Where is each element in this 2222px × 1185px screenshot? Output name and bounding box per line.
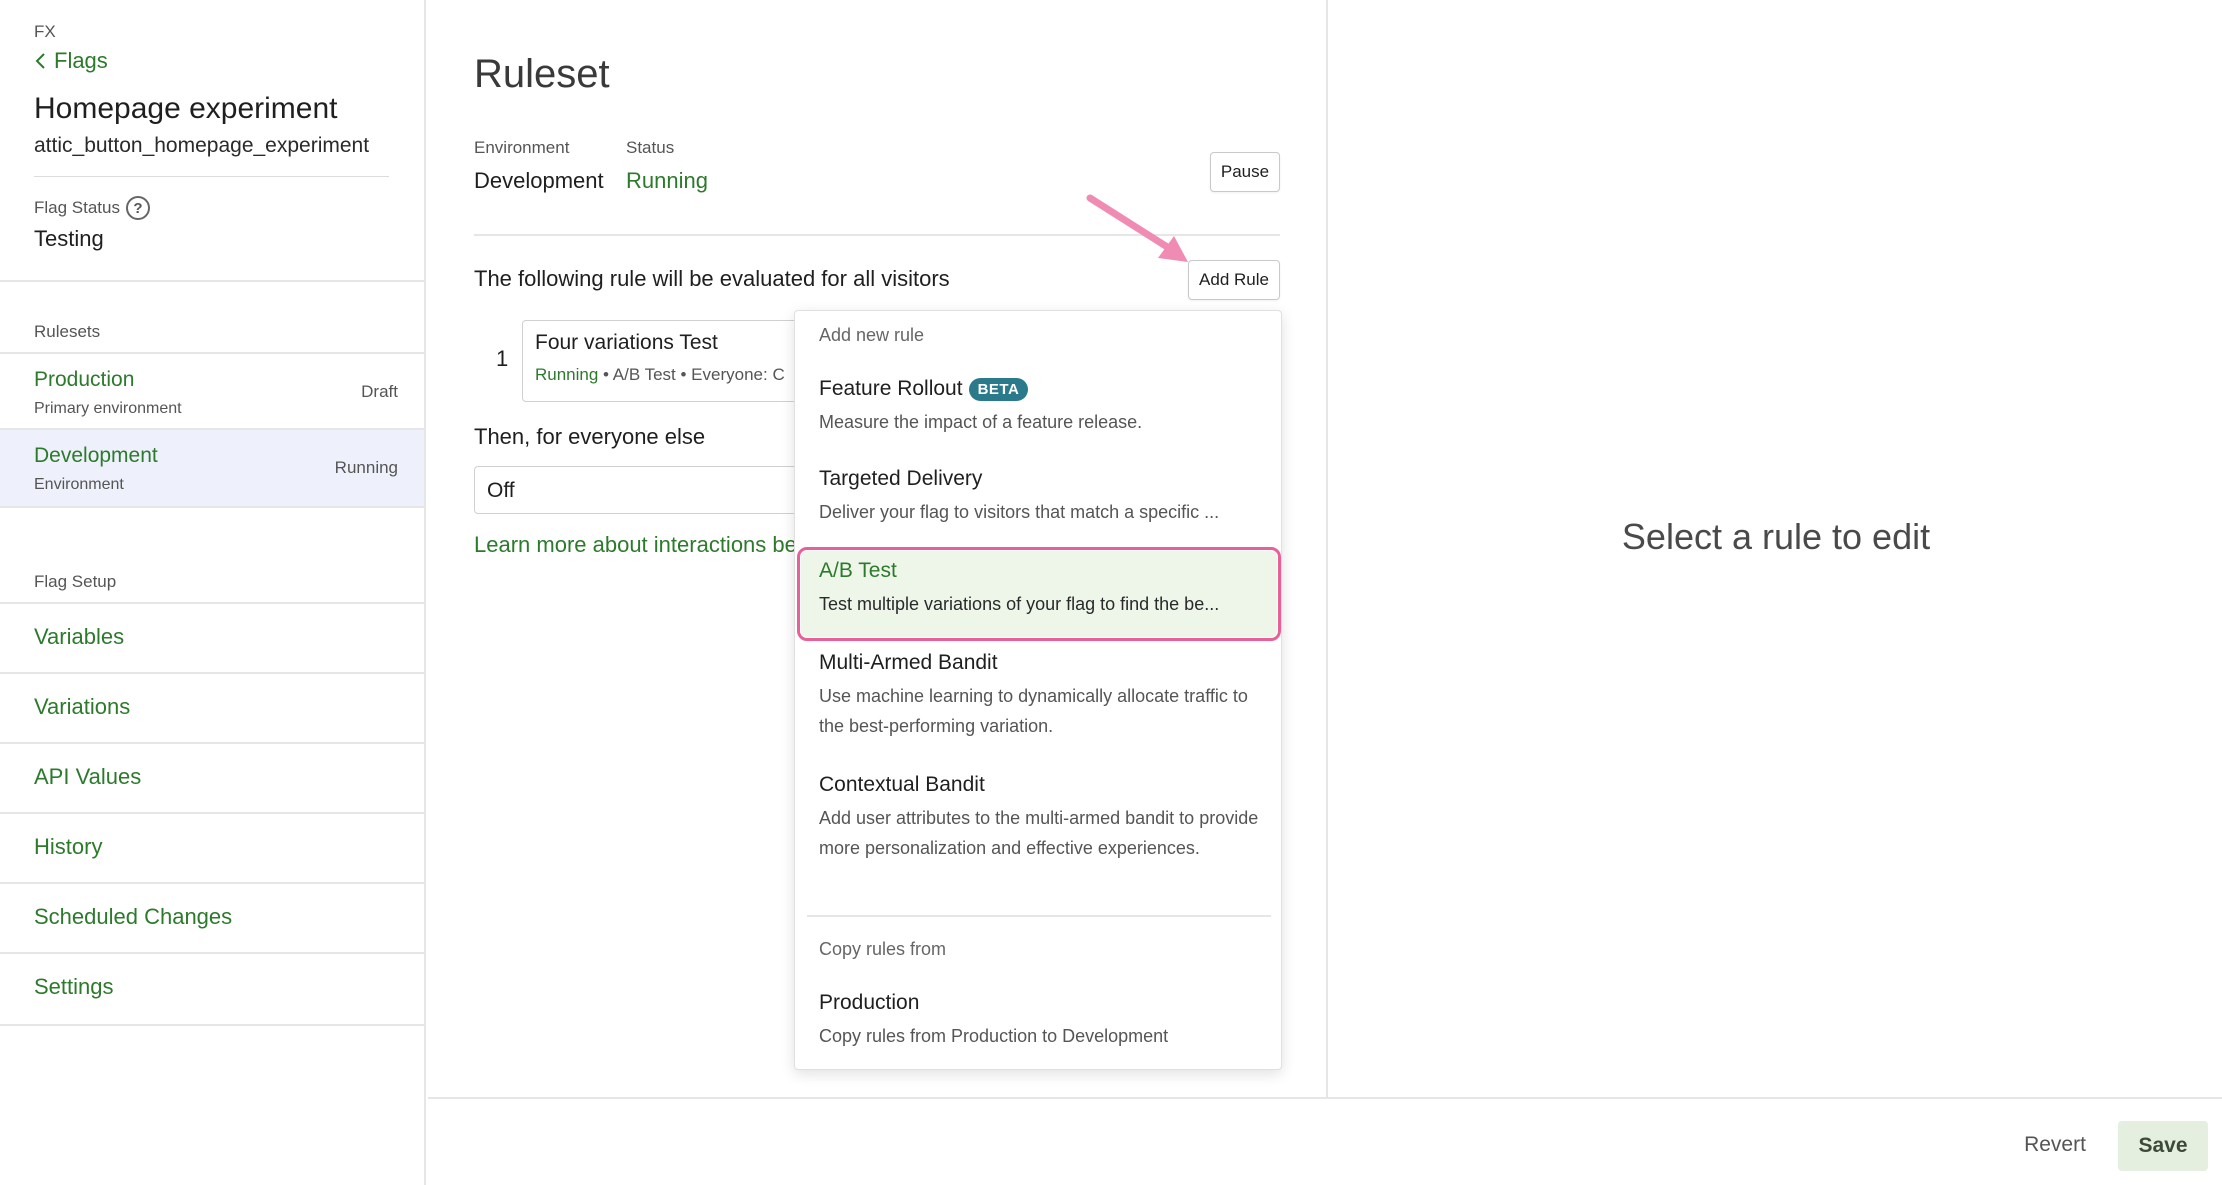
setup-item-label: History (34, 834, 103, 859)
ruleset-item-development[interactable]: Development Environment Running (0, 430, 424, 506)
add-rule-button[interactable]: Add Rule (1188, 260, 1280, 300)
flag-status-label-text: Flag Status (34, 198, 120, 217)
setup-item-api-values[interactable]: API Values (0, 742, 424, 812)
pause-button[interactable]: Pause (1210, 152, 1280, 192)
empty-state-text: Select a rule to edit (1621, 516, 1931, 557)
add-new-rule-header: Add new rule (819, 325, 925, 345)
rule-number: 1 (496, 346, 509, 371)
environment-value: Development (474, 168, 604, 193)
setup-item-variations[interactable]: Variations (0, 672, 424, 742)
divider (807, 915, 1271, 917)
pink-arrow-icon (1086, 194, 1188, 262)
flag-setup-section-label: Flag Setup (34, 572, 117, 591)
menu-item-description: Copy rules from Production to Developmen… (819, 1026, 1169, 1046)
sidebar: FX Flags Homepage experiment attic_butto… (0, 0, 426, 1185)
ruleset-state: Running (334, 458, 398, 477)
everyone-else-label: Then, for everyone else (474, 424, 706, 449)
learn-more-link[interactable]: Learn more about interactions be (474, 532, 797, 558)
setup-item-settings[interactable]: Settings (0, 952, 424, 1022)
menu-item-ab-test[interactable]: A/B Test Test multiple variations of you… (797, 547, 1281, 641)
menu-item-description: Deliver your flag to visitors that match… (819, 502, 1220, 522)
default-variation-value: Off (487, 479, 515, 502)
divider (0, 280, 426, 282)
menu-item-title: Production (819, 991, 920, 1014)
chevron-left-icon (35, 53, 45, 69)
rule-meta: Running • A/B Test • Everyone: C (535, 365, 785, 385)
flag-status-label: Flag Status ? (34, 196, 150, 220)
divider (0, 1024, 426, 1026)
rule-title: Four variations Test (535, 331, 718, 354)
ruleset-item-production[interactable]: Production Primary environment Draft (0, 354, 424, 430)
rule-editor-panel: Select a rule to edit (1330, 0, 2222, 1097)
question-circle-icon[interactable]: ? (126, 196, 150, 220)
evaluation-description: The following rule will be evaluated for… (474, 266, 950, 291)
back-to-flags-link[interactable]: Flags (34, 48, 108, 74)
setup-item-variables[interactable]: Variables (0, 602, 424, 672)
ruleset-name: Development (34, 444, 158, 467)
status-label: Status (626, 138, 675, 157)
menu-item-description: Add user attributes to the multi-armed b… (819, 808, 1259, 858)
menu-item-title: A/B Test (819, 559, 897, 582)
ruleset-name: Production (34, 368, 135, 391)
menu-item-targeted-delivery[interactable]: Targeted Delivery Deliver your flag to v… (801, 459, 1277, 545)
status-value: Running (626, 168, 708, 193)
menu-item-title: Multi-Armed Bandit (819, 651, 998, 674)
setup-item-label: Settings (34, 974, 114, 999)
environment-label: Environment (474, 138, 570, 157)
app-label: FX (34, 22, 56, 41)
menu-item-multi-armed-bandit[interactable]: Multi-Armed Bandit Use machine learning … (801, 643, 1277, 755)
ruleset-sub: Environment (34, 476, 124, 493)
menu-item-description: Test multiple variations of your flag to… (819, 594, 1220, 614)
flag-status-value: Testing (34, 226, 104, 251)
setup-item-scheduled-changes[interactable]: Scheduled Changes (0, 882, 424, 952)
flag-key: attic_button_homepage_experiment (34, 134, 370, 157)
divider (34, 176, 389, 177)
menu-item-feature-rollout[interactable]: Feature Rollout BETA Measure the impact … (801, 369, 1277, 455)
menu-item-description: Measure the impact of a feature release. (819, 412, 1143, 432)
flag-name: Homepage experiment (34, 92, 338, 125)
menu-item-title-text: Feature Rollout (819, 377, 963, 400)
revert-button[interactable]: Revert (2008, 1121, 2102, 1169)
rule-status: Running (535, 365, 599, 384)
menu-item-contextual-bandit[interactable]: Contextual Bandit Add user attributes to… (801, 765, 1277, 907)
back-link-label: Flags (54, 48, 108, 73)
beta-badge: BETA (968, 377, 1029, 401)
setup-item-history[interactable]: History (0, 812, 424, 882)
rulesets-section-label: Rulesets (34, 322, 101, 341)
menu-item-title: Feature Rollout BETA (819, 377, 1029, 401)
menu-item-copy-production[interactable]: Production Copy rules from Production to… (801, 983, 1277, 1063)
save-button[interactable]: Save (2118, 1121, 2208, 1171)
page-title: Ruleset (474, 52, 610, 96)
footer-bar: Revert Save (428, 1097, 2222, 1185)
rule-meta-text: • A/B Test • Everyone: C (598, 365, 785, 384)
add-rule-menu: Add new rule Feature Rollout BETA Measur… (794, 310, 1282, 1070)
menu-item-title: Targeted Delivery (819, 467, 983, 490)
setup-item-label: Variables (34, 624, 125, 649)
menu-item-title: Contextual Bandit (819, 773, 985, 796)
divider (0, 506, 426, 508)
ruleset-sub: Primary environment (34, 400, 182, 417)
setup-item-label: Scheduled Changes (34, 904, 233, 929)
menu-item-description: Use machine learning to dynamically allo… (819, 686, 1248, 736)
setup-item-label: Variations (34, 694, 131, 719)
ruleset-state: Draft (361, 382, 398, 401)
copy-rules-header: Copy rules from (819, 939, 947, 959)
setup-item-label: API Values (34, 764, 142, 789)
